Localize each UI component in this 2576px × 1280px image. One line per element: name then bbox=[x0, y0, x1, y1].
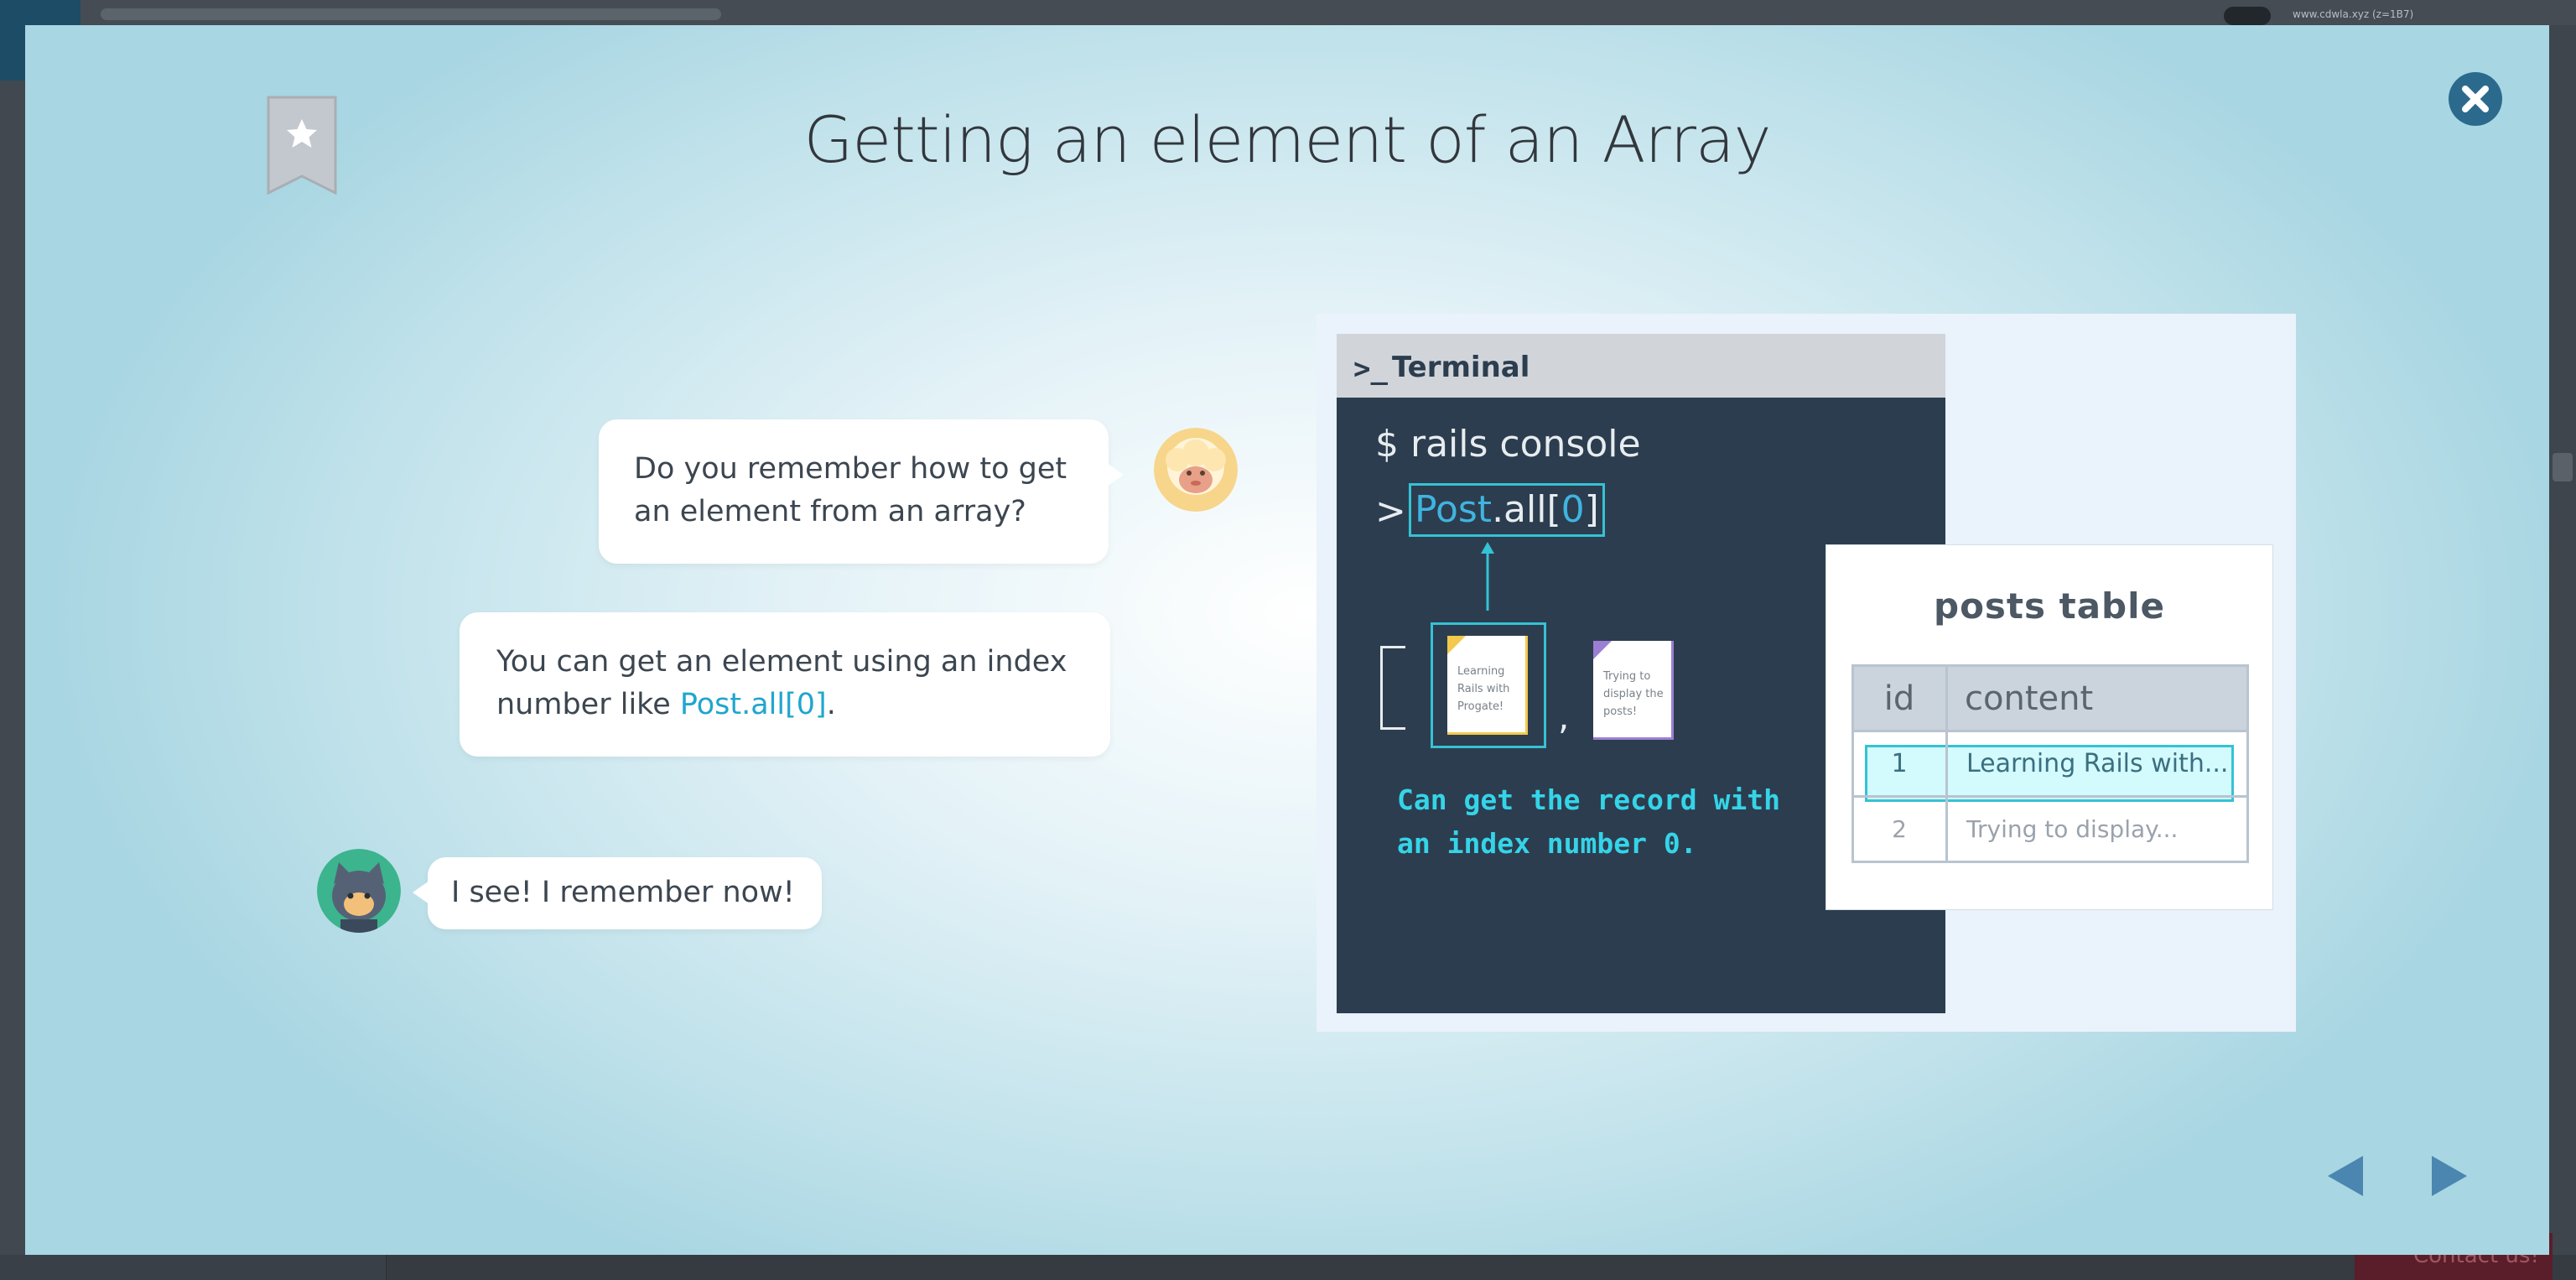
background-user-label: www.cdwla.xyz (z=1B7) bbox=[2293, 8, 2414, 20]
arrow-up-icon bbox=[1481, 542, 1494, 611]
terminal-code: Post.all[0] bbox=[1409, 483, 1605, 537]
terminal-prompt: > bbox=[1375, 490, 1406, 533]
terminal-icon: >_ bbox=[1353, 352, 1388, 386]
background-address-bar bbox=[101, 8, 721, 20]
terminal-caption: Can get the record with an index number … bbox=[1397, 783, 1780, 860]
table-header-row: id content bbox=[1852, 664, 2249, 732]
slide-modal: Getting an element of an Array Do you re… bbox=[25, 25, 2549, 1255]
terminal-command: $ rails console bbox=[1375, 423, 1641, 466]
background-scrollbar bbox=[2549, 25, 2576, 1258]
code-close: ] bbox=[1584, 488, 1599, 531]
terminal-title: Terminal bbox=[1392, 351, 1530, 384]
doc-corner bbox=[1447, 636, 1466, 654]
record-card-2: Trying to display the posts! bbox=[1593, 641, 1674, 740]
background-left-panel bbox=[0, 81, 25, 1258]
array-comma: , bbox=[1558, 696, 1570, 737]
doc-corner bbox=[1593, 641, 1612, 659]
record-card-1: Learning Rails with Progate! bbox=[1447, 636, 1528, 735]
background-avatar bbox=[2224, 7, 2271, 25]
terminal-header: >_ Terminal bbox=[1337, 334, 1945, 398]
table-cell-id: 2 bbox=[1852, 795, 1948, 863]
bubble-question-text: Do you remember how to get an element fr… bbox=[634, 452, 1067, 528]
page-title: Getting an element of an Array bbox=[803, 102, 1771, 177]
table-row: 1 Learning Rails with... bbox=[1852, 730, 2249, 798]
background-scrollbar-thumb bbox=[2553, 453, 2573, 481]
posts-table: id content 1 Learning Rails with... 2 Tr… bbox=[1852, 664, 2249, 863]
triangle-right-icon[interactable] bbox=[2432, 1156, 2467, 1196]
bubble-reply-text: I see! I remember now! bbox=[451, 876, 795, 909]
bubble-answer-period: . bbox=[826, 688, 836, 721]
speech-bubble-answer: You can get an element using an index nu… bbox=[460, 612, 1110, 757]
speech-bubble-reply: I see! I remember now! bbox=[413, 857, 822, 929]
posts-table-title: posts table bbox=[1934, 585, 2165, 627]
speech-bubble-question: Do you remember how to get an element fr… bbox=[599, 419, 1124, 564]
table-cell-content: Learning Rails with... bbox=[1945, 730, 2249, 798]
code-model: Post bbox=[1415, 488, 1493, 531]
record-card-1-text: Learning Rails with Progate! bbox=[1457, 665, 1510, 713]
table-cell-id: 1 bbox=[1852, 730, 1948, 798]
sheep-avatar bbox=[1154, 428, 1238, 512]
array-bracket-left bbox=[1380, 646, 1405, 730]
background-bottom-left bbox=[0, 1255, 387, 1280]
bubble-tail bbox=[413, 881, 429, 904]
posts-table-card: posts table id content 1 Learning Rails … bbox=[1826, 545, 2272, 909]
table-row: 2 Trying to display... bbox=[1852, 795, 2249, 863]
table-cell-content: Trying to display... bbox=[1945, 795, 2249, 863]
record-card-2-text: Trying to display the posts! bbox=[1603, 670, 1664, 718]
bubble-answer-code: Post.all[0] bbox=[679, 688, 827, 721]
code-index: 0 bbox=[1561, 488, 1585, 531]
table-header-id: id bbox=[1852, 664, 1948, 732]
table-header-content: content bbox=[1945, 664, 2249, 732]
code-method: .all[ bbox=[1492, 488, 1561, 531]
triangle-left-icon[interactable] bbox=[2328, 1156, 2363, 1196]
slide-illustration: >_ Terminal $ rails console > Post.all[0… bbox=[1317, 314, 2296, 1032]
cat-avatar bbox=[317, 849, 401, 933]
bubble-tail bbox=[1107, 463, 1124, 487]
